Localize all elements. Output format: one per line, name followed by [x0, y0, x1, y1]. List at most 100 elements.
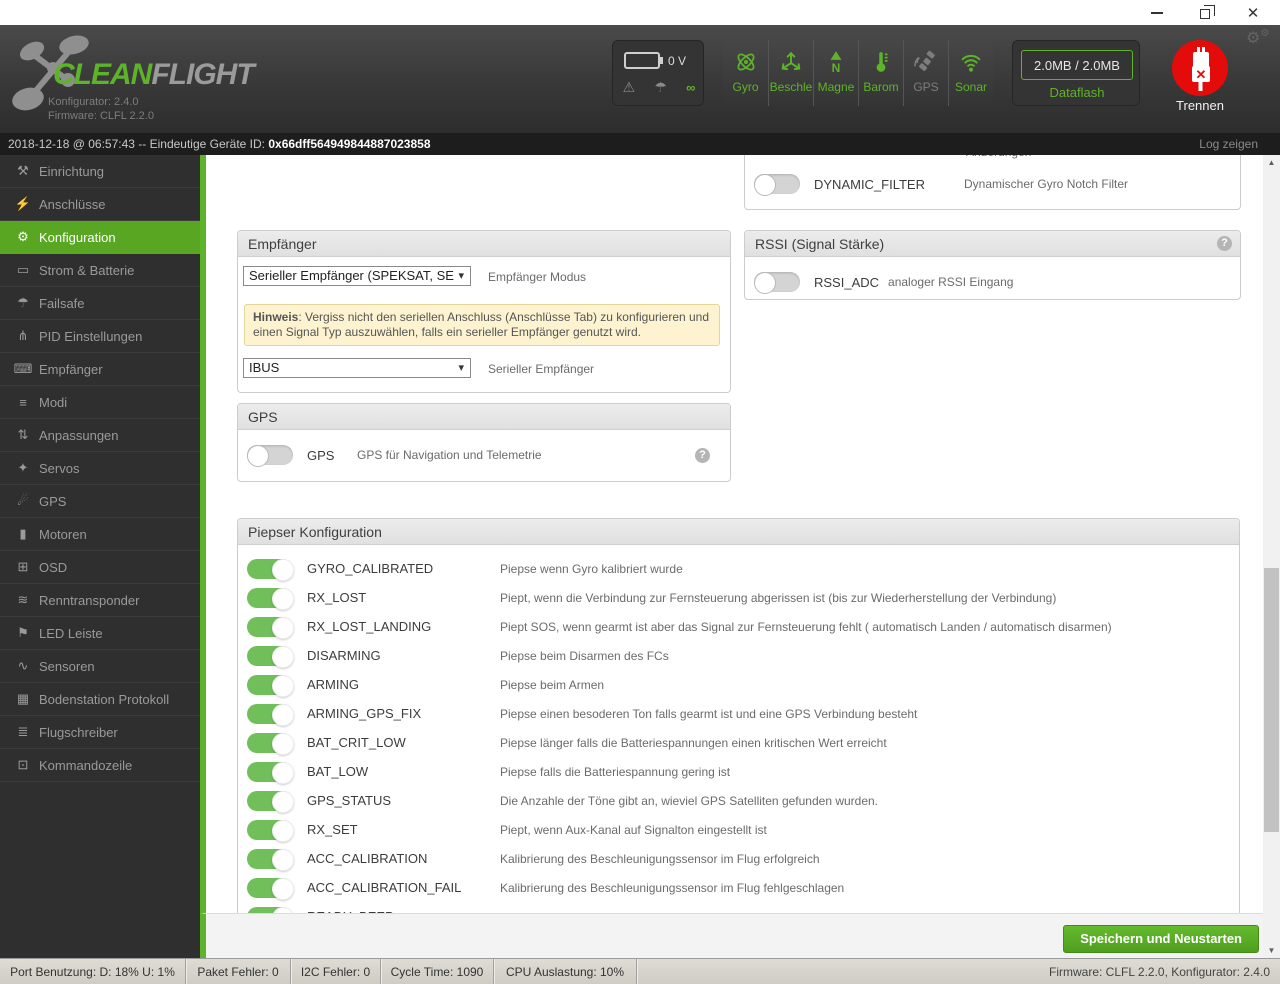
- scrollbar-thumb[interactable]: [1264, 568, 1279, 832]
- sidebar-item-icon: ⇅: [17, 427, 29, 442]
- toggle-description: Piepse länger falls die Batteriespannung…: [500, 735, 887, 750]
- settings-gears-icon[interactable]: ⚙⚙: [1246, 28, 1269, 48]
- toggle-row: DYNAMIC_FILTER Dynamischer Gyro Notch Fi…: [745, 169, 1240, 199]
- toggle-switch[interactable]: [247, 761, 294, 784]
- minimize-button[interactable]: [1140, 0, 1174, 25]
- sidebar-item[interactable]: ✦ Servos: [0, 452, 200, 485]
- toggle-switch[interactable]: [247, 703, 294, 726]
- dataflash-label: Dataflash: [1049, 85, 1105, 100]
- version-info: Konfigurator: 2.4.0 Firmware: CLFL 2.2.0: [48, 95, 154, 123]
- show-log-toggle[interactable]: Log zeigen: [1199, 133, 1258, 155]
- toggle-name: RX_LOST_LANDING: [307, 619, 432, 634]
- sidebar-item[interactable]: ▮ Motoren: [0, 518, 200, 551]
- vertical-scrollbar[interactable]: ▲ ▼: [1263, 155, 1280, 958]
- sensor-magnetometer: N Magne: [813, 40, 858, 106]
- toggle-row: GPS GPS für Navigation und Telemetrie: [238, 437, 730, 473]
- failsafe-icon: ☂: [654, 79, 667, 95]
- serial-receiver-label: Serieller Empfänger: [488, 362, 595, 376]
- toggle-description: Piepse einen besoderen Ton falls gearmt …: [500, 706, 918, 721]
- sidebar-item-label: Servos: [39, 460, 80, 476]
- sidebar-item[interactable]: ▦ Bodenstation Protokoll: [0, 683, 200, 716]
- sidebar-item[interactable]: ∿ Sensoren: [0, 650, 200, 683]
- toggle-switch[interactable]: [247, 616, 294, 639]
- disconnect-button[interactable]: ✕ Trennen: [1172, 40, 1228, 113]
- sidebar-item-label: LED Leiste: [39, 625, 103, 641]
- toggle-switch[interactable]: [247, 645, 294, 668]
- beeper-config-panel: Piepser Konfiguration GYRO_CALIBRATED Pi…: [237, 518, 1240, 913]
- sidebar-item-label: Modi: [39, 394, 68, 410]
- battery-icon: [624, 52, 663, 69]
- sidebar-item[interactable]: ≣ Flugschreiber: [0, 716, 200, 749]
- scroll-up-arrow[interactable]: ▲: [1263, 155, 1280, 170]
- save-reboot-button[interactable]: Speichern und Neustarten: [1063, 925, 1259, 953]
- tab-content: Änderungen DYNAMIC_FILTER Dynamischer Gy…: [200, 155, 1263, 913]
- sidebar-item-icon: ⋔: [17, 328, 29, 343]
- sidebar-item[interactable]: ⚑ LED Leiste: [0, 617, 200, 650]
- sidebar-item-icon: ⚑: [17, 625, 29, 640]
- firmware-version: Firmware: CLFL 2.2.0: [48, 110, 154, 122]
- toggle-switch[interactable]: [754, 272, 800, 294]
- toggle-switch[interactable]: [754, 174, 800, 196]
- toggle-switch[interactable]: [247, 558, 294, 581]
- receiver-note: Hinweis: Vergiss nicht den seriellen Ans…: [244, 304, 720, 346]
- sidebar-item[interactable]: ⇅ Anpassungen: [0, 419, 200, 452]
- toggle-row: DISARMING Piepse beim Disarmen des FCs: [238, 641, 1239, 670]
- sidebar-item[interactable]: ☄ GPS: [0, 485, 200, 518]
- sidebar-item[interactable]: ⋔ PID Einstellungen: [0, 320, 200, 353]
- sidebar-item[interactable]: ⚒ Einrichtung: [0, 155, 200, 188]
- statusbar-segment: CPU Auslastung: 10%: [494, 959, 637, 984]
- sidebar-item-icon: ≣: [17, 724, 29, 739]
- minimize-icon: [1151, 11, 1163, 14]
- receiver-mode-select[interactable]: Serieller Empfänger (SPEKSAT, SE: [243, 266, 471, 286]
- toggle-switch[interactable]: [247, 674, 294, 697]
- statusbar-version-text: Firmware: CLFL 2.2.0, Konfigurator: 2.4.…: [1049, 964, 1270, 979]
- sidebar-item-icon: ▮: [19, 526, 27, 541]
- toggle-name: BAT_CRIT_LOW: [307, 735, 406, 750]
- gear-icon-large: ⚙: [1246, 30, 1261, 47]
- warning-icon: ⚠: [622, 79, 636, 95]
- sidebar-item-icon: ☄: [17, 493, 29, 508]
- sensor-sonar: Sonar: [948, 40, 993, 106]
- battery-voltage: 0 V: [668, 54, 687, 68]
- toggle-switch[interactable]: [247, 877, 294, 900]
- sidebar-item[interactable]: ⊞ OSD: [0, 551, 200, 584]
- magnetometer-icon: N: [824, 47, 848, 77]
- sensor-label: Beschle: [769, 80, 813, 94]
- scroll-down-arrow[interactable]: ▼: [1263, 943, 1280, 958]
- sidebar-item-icon: ⚙: [17, 229, 29, 244]
- sidebar-item-label: Renntransponder: [39, 592, 140, 608]
- help-icon[interactable]: ?: [695, 448, 710, 463]
- toggle-switch[interactable]: [247, 848, 294, 871]
- sidebar-item-label: GPS: [39, 493, 67, 509]
- toggle-switch[interactable]: [247, 587, 294, 610]
- sidebar-item[interactable]: ≋ Renntransponder: [0, 584, 200, 617]
- sidebar-item[interactable]: ⚡ Anschlüsse: [0, 188, 200, 221]
- close-button[interactable]: ✕: [1236, 0, 1270, 25]
- help-icon[interactable]: ?: [1217, 236, 1232, 251]
- sensor-label: Gyro: [732, 80, 759, 94]
- sidebar-item[interactable]: ≡ Modi: [0, 386, 200, 419]
- sidebar-item-label: Kommandozeile: [39, 757, 133, 773]
- toggle-row: BAT_LOW Piepse falls die Batteriespannun…: [238, 757, 1239, 786]
- toggle-switch[interactable]: [247, 445, 293, 467]
- toggle-row: ARMING_GPS_FIX Piepse einen besoderen To…: [238, 699, 1239, 728]
- dataflash-usage: 2.0MB / 2.0MB: [1021, 50, 1133, 80]
- sidebar-item[interactable]: ⌨ Empfänger: [0, 353, 200, 386]
- toggle-switch[interactable]: [247, 790, 294, 813]
- sonar-icon: [959, 47, 983, 77]
- toggle-switch[interactable]: [247, 819, 294, 842]
- gps-panel: GPS GPS GPS für Navigation und Telemetri…: [237, 403, 731, 482]
- sidebar-item-label: Failsafe: [39, 295, 85, 311]
- sidebar-item-label: Anpassungen: [39, 427, 119, 443]
- serial-receiver-select[interactable]: IBUS: [243, 358, 471, 378]
- restore-icon: [1200, 5, 1215, 19]
- sidebar-item[interactable]: ⚙ Konfiguration: [0, 221, 200, 254]
- sidebar-item[interactable]: ☂ Failsafe: [0, 287, 200, 320]
- sidebar-item[interactable]: ⊡ Kommandozeile: [0, 749, 200, 782]
- rssi-panel: RSSI (Signal Stärke)? RSSI_ADC analoger …: [744, 230, 1241, 300]
- toggle-switch[interactable]: [247, 732, 294, 755]
- barometer-icon: [869, 47, 893, 77]
- restore-button[interactable]: [1188, 0, 1222, 25]
- svg-text:N: N: [832, 61, 841, 74]
- sidebar-item[interactable]: ▭ Strom & Batterie: [0, 254, 200, 287]
